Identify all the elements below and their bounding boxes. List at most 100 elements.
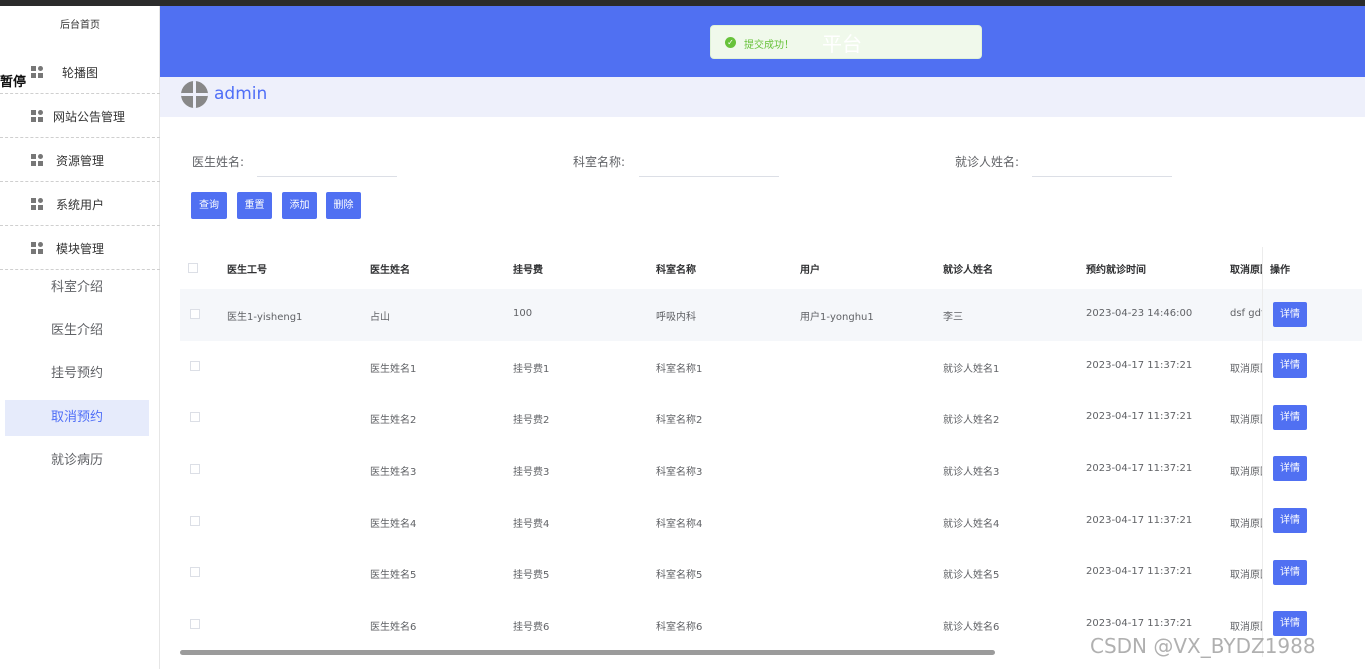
detail-button[interactable]: 详情 [1273, 405, 1307, 430]
cell-fee: 挂号费2 [513, 415, 550, 426]
cell-appointment-time: 2023-04-17 11:37:21 [1086, 411, 1193, 422]
cell-patient-name: 李三 [943, 312, 963, 323]
cell-department: 科室名称3 [656, 467, 703, 478]
sidebar-menu-label: 系统用户 [55, 198, 104, 212]
cell-cancel-reason: 取消原因4 [1230, 519, 1262, 530]
column-header-actions: 操作 [1270, 265, 1290, 276]
cell-patient-name: 就诊人姓名4 [943, 519, 1000, 530]
sidebar-menu-label: 网站公告管理 [52, 110, 125, 124]
sidebar-item-doctor-intro[interactable]: 医生介绍 [5, 313, 149, 349]
toast-message: 提交成功！ [744, 40, 794, 51]
cell-doctor-name: 医生姓名6 [370, 622, 417, 633]
column-header-doctor-id: 医生工号 [227, 265, 267, 276]
detail-button[interactable]: 详情 [1273, 302, 1307, 327]
column-header-user: 用户 [800, 265, 820, 276]
detail-button[interactable]: 详情 [1273, 508, 1307, 533]
cell-appointment-time: 2023-04-17 11:37:21 [1086, 618, 1193, 629]
add-button[interactable]: 添加 [282, 192, 317, 219]
cell-appointment-time: 2023-04-17 11:37:21 [1086, 360, 1193, 371]
cell-patient-name: 就诊人姓名5 [943, 570, 1000, 581]
column-header-appointment-time: 预约就诊时间 [1086, 265, 1146, 276]
cell-cancel-reason: dsf gdfg [1230, 308, 1262, 319]
doctor-name-label: 医生姓名: [192, 155, 245, 169]
sidebar-item-department-intro[interactable]: 科室介绍 [5, 270, 149, 306]
row-checkbox[interactable] [190, 412, 200, 422]
cell-doctor-name: 占山 [370, 312, 390, 323]
sidebar-item-medical-records[interactable]: 就诊病历 [5, 443, 149, 479]
cell-cancel-reason: 取消原因6 [1230, 622, 1262, 633]
detail-button[interactable]: 详情 [1273, 353, 1307, 378]
cell-doctor-id: 医生1-yisheng1 [227, 312, 303, 323]
doctor-name-input[interactable] [257, 147, 397, 177]
cell-appointment-time: 2023-04-17 11:37:21 [1086, 566, 1193, 577]
sidebar-menu-announcement[interactable]: 网站公告管理 [0, 94, 160, 138]
cell-department: 科室名称2 [656, 415, 703, 426]
user-bar: admin [160, 77, 1365, 117]
detail-button[interactable]: 详情 [1273, 611, 1307, 636]
pause-overlay-text: 暂停 [0, 75, 27, 90]
cell-department: 科室名称4 [656, 519, 703, 530]
sidebar-menu-system-users[interactable]: 系统用户 [0, 182, 160, 226]
cell-appointment-time: 2023-04-17 11:37:21 [1086, 515, 1193, 526]
column-header-fee: 挂号费 [513, 265, 543, 276]
sidebar-menu-modules[interactable]: 模块管理 [0, 226, 160, 270]
cell-cancel-reason: 取消原因1 [1230, 364, 1262, 375]
query-button[interactable]: 查询 [191, 192, 227, 219]
select-all-checkbox[interactable] [188, 263, 198, 273]
department-input[interactable] [639, 147, 779, 177]
row-checkbox[interactable] [190, 361, 200, 371]
cell-doctor-name: 医生姓名3 [370, 467, 417, 478]
cell-doctor-name: 医生姓名1 [370, 364, 417, 375]
watermark: CSDN @VX_BYDZ1988 [1090, 634, 1316, 658]
row-checkbox[interactable] [190, 567, 200, 577]
cell-fee: 挂号费3 [513, 467, 550, 478]
cell-department: 科室名称6 [656, 622, 703, 633]
check-circle-icon: ✓ [725, 37, 736, 48]
cell-doctor-name: 医生姓名5 [370, 570, 417, 581]
patient-name-input[interactable] [1032, 147, 1172, 177]
horizontal-scrollbar[interactable] [180, 650, 995, 655]
cell-department: 呼吸内科 [656, 312, 696, 323]
fixed-column-divider [1262, 247, 1263, 657]
reset-button[interactable]: 重置 [237, 192, 272, 219]
cell-department: 科室名称5 [656, 570, 703, 581]
cell-patient-name: 就诊人姓名1 [943, 364, 1000, 375]
top-header: ✓ 提交成功！ 平台 [160, 6, 1365, 77]
cell-cancel-reason: 取消原因2 [1230, 415, 1262, 426]
cell-department: 科室名称1 [656, 364, 703, 375]
avatar[interactable] [181, 81, 208, 108]
sidebar-item-appointment[interactable]: 挂号预约 [5, 356, 149, 392]
username[interactable]: admin [214, 84, 267, 104]
site-title: 平台 [822, 32, 862, 56]
cell-fee: 挂号费1 [513, 364, 550, 375]
row-checkbox[interactable] [190, 309, 200, 319]
column-header-department: 科室名称 [656, 265, 696, 276]
cell-fee: 挂号费4 [513, 519, 550, 530]
cell-fee: 挂号费5 [513, 570, 550, 581]
cell-doctor-name: 医生姓名4 [370, 519, 417, 530]
cell-appointment-time: 2023-04-17 11:37:21 [1086, 463, 1193, 474]
department-label: 科室名称: [573, 155, 626, 169]
patient-name-label: 就诊人姓名: [955, 155, 1020, 169]
sidebar-item-cancel-appointment[interactable]: 取消预约 [5, 400, 149, 436]
delete-button[interactable]: 删除 [326, 192, 361, 219]
row-checkbox[interactable] [190, 619, 200, 629]
row-checkbox[interactable] [190, 464, 200, 474]
sidebar-menu-label: 模块管理 [55, 242, 104, 256]
cell-patient-name: 就诊人姓名2 [943, 415, 1000, 426]
sidebar-menu-resources[interactable]: 资源管理 [0, 138, 160, 182]
cell-user: 用户1-yonghu1 [800, 312, 874, 323]
row-checkbox[interactable] [190, 516, 200, 526]
cell-cancel-reason: 取消原因5 [1230, 570, 1262, 581]
cell-cancel-reason: 取消原因3 [1230, 467, 1262, 478]
cell-doctor-name: 医生姓名2 [370, 415, 417, 426]
column-header-doctor-name: 医生姓名 [370, 265, 410, 276]
detail-button[interactable]: 详情 [1273, 456, 1307, 481]
cell-fee: 100 [513, 308, 533, 319]
sidebar-home-link[interactable]: 后台首页 [0, 6, 160, 50]
column-header-cancel-reason: 取消原因 [1230, 265, 1262, 276]
cell-patient-name: 就诊人姓名6 [943, 622, 1000, 633]
detail-button[interactable]: 详情 [1273, 560, 1307, 585]
sidebar-menu-label: 资源管理 [55, 154, 104, 168]
cell-appointment-time: 2023-04-23 14:46:00 [1086, 308, 1193, 319]
